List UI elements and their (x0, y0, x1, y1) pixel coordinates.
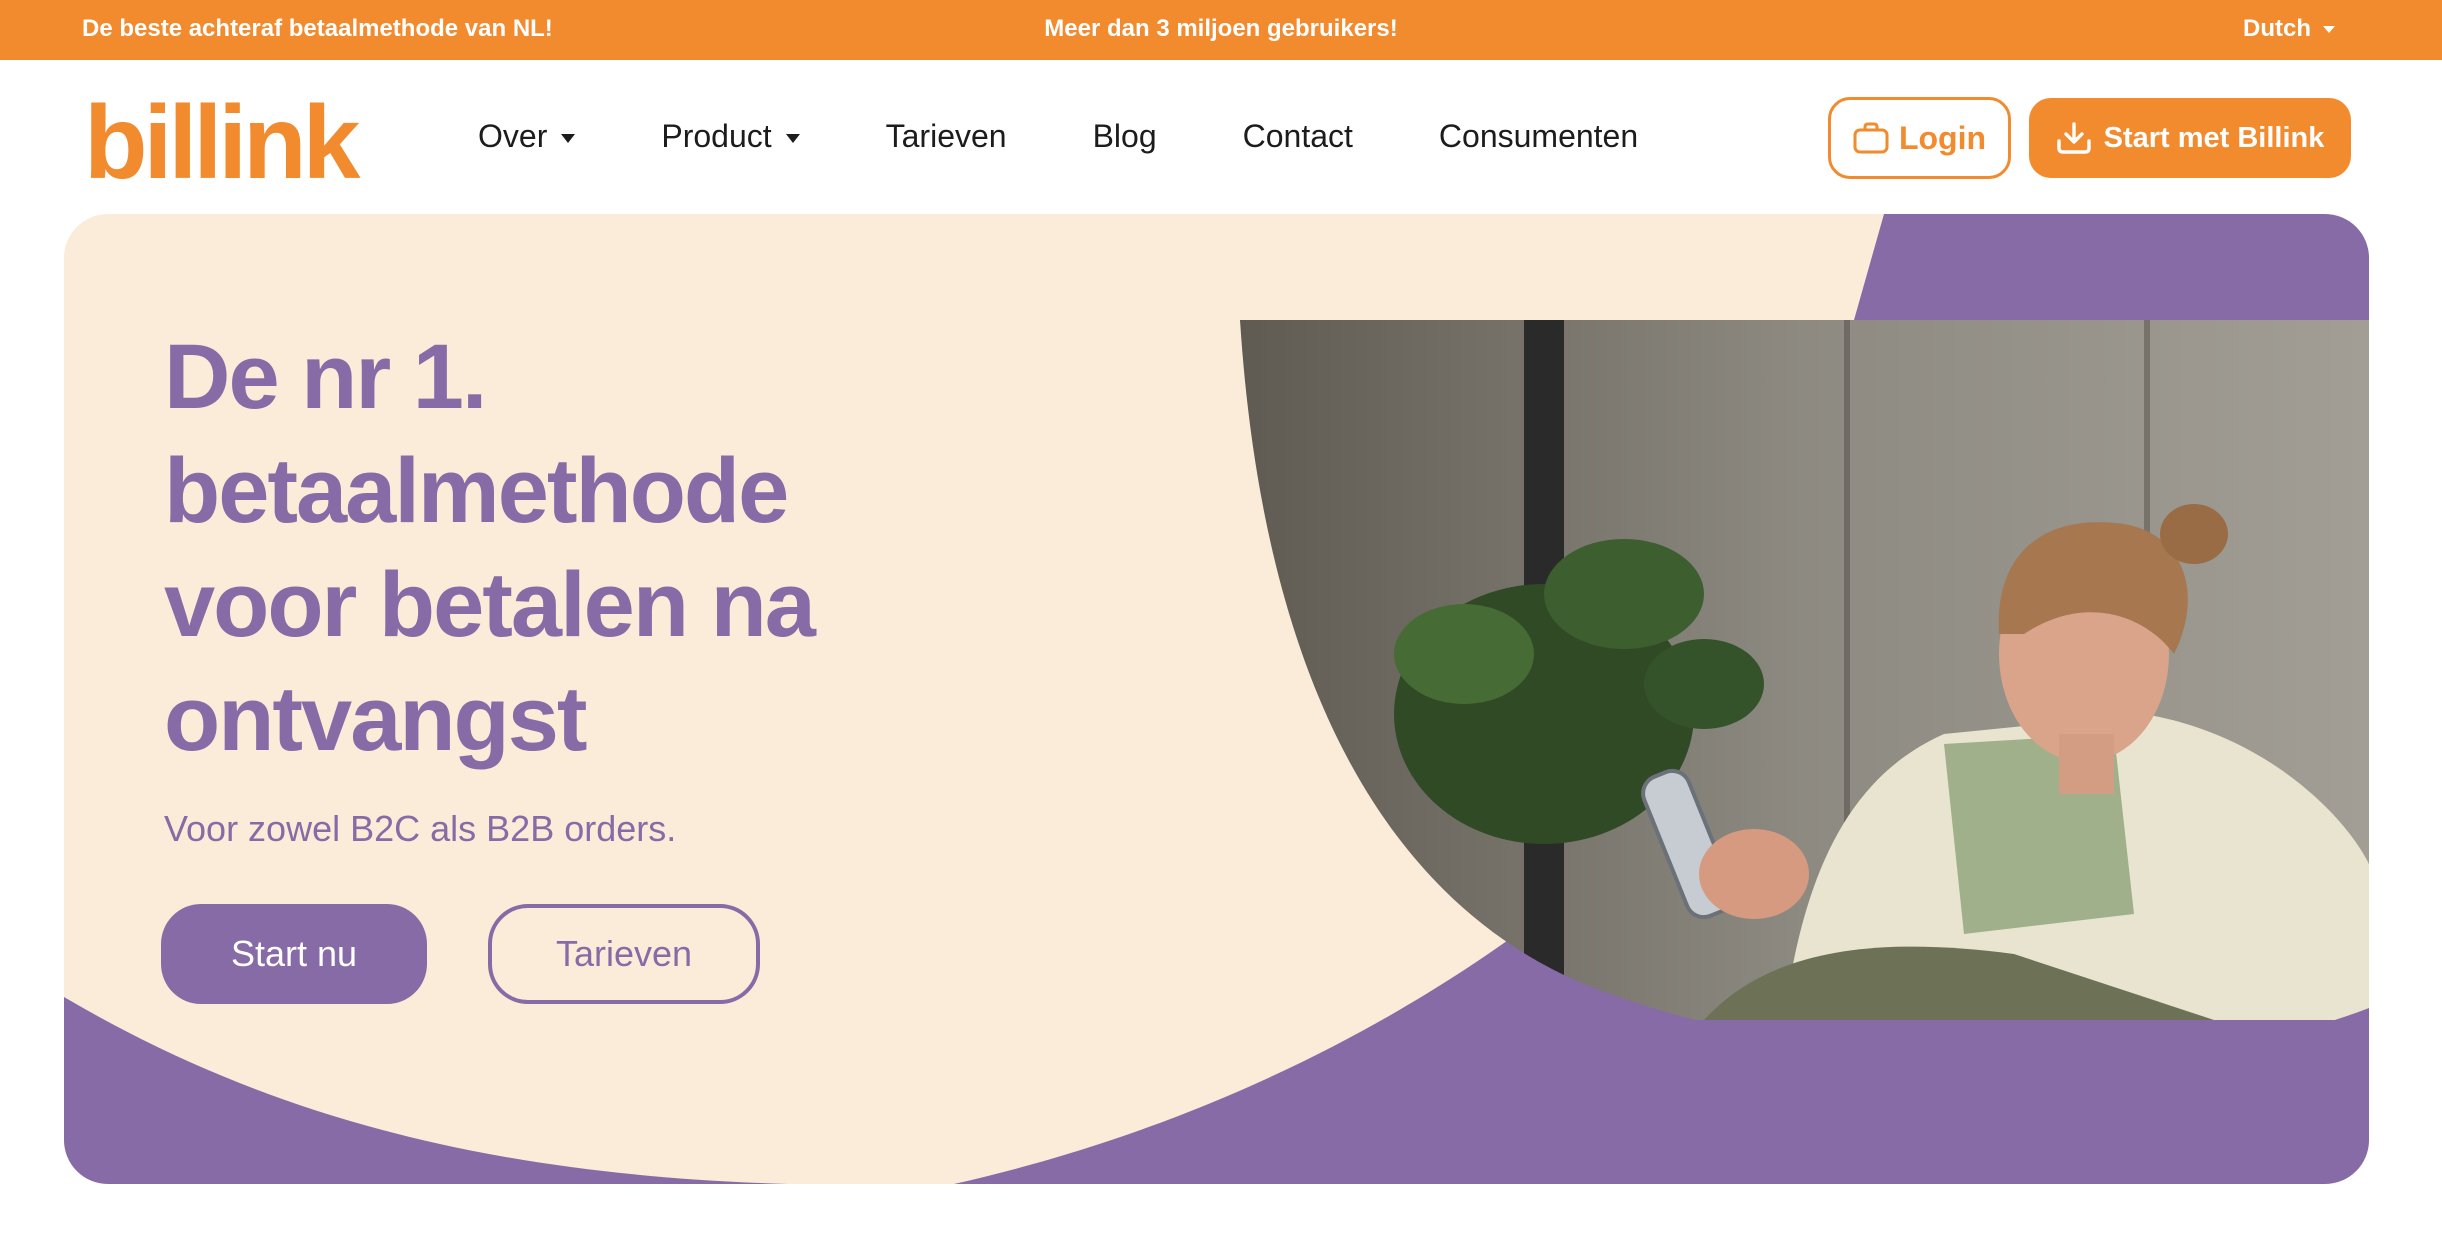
hero-headline: De nr 1. betaalmethode voor betalen na o… (164, 320, 924, 776)
nav-item-product[interactable]: Product (661, 118, 800, 155)
chevron-down-icon (2323, 25, 2335, 33)
promo-bar: De beste achteraf betaalmethode van NL! … (0, 0, 2442, 60)
login-button[interactable]: Login (1828, 97, 2011, 179)
nav-item-label: Over (478, 118, 548, 154)
hero-subline: Voor zowel B2C als B2B orders. (164, 808, 677, 849)
billink-logo[interactable]: billink (84, 94, 389, 184)
caret-down-icon (785, 134, 800, 143)
nav-item-label: Tarieven (885, 118, 1007, 154)
nav-item-label: Consumenten (1438, 118, 1639, 154)
headline-line: De nr 1. (164, 326, 487, 428)
language-selector[interactable]: Dutch (2243, 15, 2335, 43)
start-label: Start met Billink (2103, 121, 2325, 154)
tarieven-button[interactable]: Tarieven (488, 904, 760, 1004)
promo-text-center: Meer dan 3 miljoen gebruikers! (1044, 15, 1398, 42)
hero-section: De nr 1. betaalmethode voor betalen na o… (64, 214, 2369, 1184)
main-navigation: billink Over Product Tarieven Blog Conta… (0, 60, 2442, 214)
nav-item-label: Contact (1242, 118, 1353, 154)
download-icon (2056, 122, 2091, 154)
hero-photo (1240, 320, 2369, 1020)
start-met-billink-button[interactable]: Start met Billink (2029, 98, 2351, 178)
svg-text:billink: billink (84, 94, 361, 184)
language-label: Dutch (2243, 15, 2311, 42)
nav-item-blog[interactable]: Blog (1093, 118, 1157, 155)
nav-menu: Over Product Tarieven Blog Contact Consu… (478, 118, 1724, 155)
promo-text-left: De beste achteraf betaalmethode van NL! (82, 15, 553, 42)
nav-item-contact[interactable]: Contact (1243, 118, 1353, 155)
caret-down-icon (561, 134, 576, 143)
headline-line: voor betalen na (164, 554, 816, 656)
headline-line: betaalmethode (164, 440, 789, 542)
login-label: Login (1898, 119, 1987, 156)
nav-item-tarieven[interactable]: Tarieven (886, 118, 1007, 155)
nav-item-over[interactable]: Over (478, 118, 576, 155)
nav-item-consumenten[interactable]: Consumenten (1439, 118, 1638, 155)
start-nu-button[interactable]: Start nu (161, 904, 427, 1004)
briefcase-icon (1853, 122, 1889, 154)
nav-item-label: Blog (1092, 118, 1157, 154)
nav-item-label: Product (661, 118, 772, 154)
headline-line: ontvangst (164, 668, 588, 770)
